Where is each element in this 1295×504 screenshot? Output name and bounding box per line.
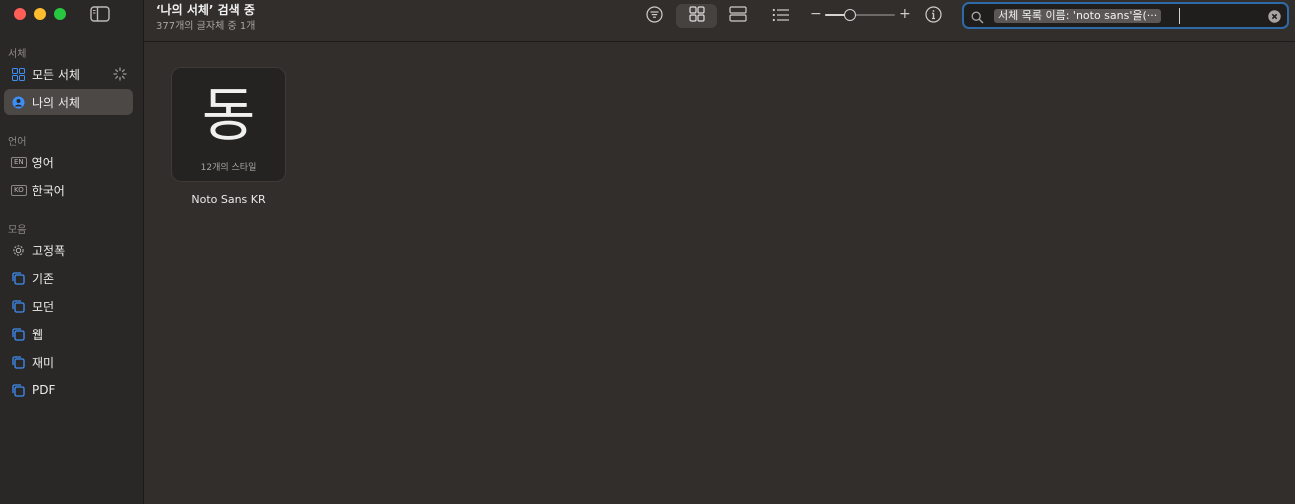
font-preview-glyph: 동 (201, 81, 256, 149)
sidebar-item-english[interactable]: EN 영어 (4, 149, 133, 175)
collection-icon (11, 327, 25, 341)
person-circle-icon (11, 95, 25, 109)
search-token[interactable]: 서체 목록 이름: 'noto sans'을(··· (994, 9, 1162, 23)
zoom-in-icon[interactable]: + (899, 6, 911, 22)
sidebar-item-label: PDF (32, 383, 56, 397)
sidebar-item-label: 재미 (32, 355, 55, 370)
info-button[interactable] (922, 4, 944, 28)
sample-view-button[interactable] (726, 4, 750, 28)
sidebar-item-korean[interactable]: KO 한국어 (4, 177, 133, 203)
sidebar-item-my-fonts[interactable]: 나의 서체 (4, 89, 133, 115)
sidebar-item-modern[interactable]: 모던 (4, 293, 133, 319)
section-title-fonts: 서체 (8, 49, 27, 60)
window-subtitle: 377개의 글자체 중 1개 (156, 21, 256, 32)
clear-search-icon[interactable] (1268, 8, 1281, 23)
search-icon (971, 9, 984, 28)
collection-icon (11, 383, 25, 397)
language-badge: EN (11, 156, 27, 168)
toolbar: ‘나의 서체’ 검색 중 377개의 글자체 중 1개 − + 서체 목록 이름… (144, 0, 1295, 42)
language-badge: KO (11, 184, 27, 196)
sidebar-item-classic[interactable]: 기존 (4, 265, 133, 291)
collection-icon (11, 299, 25, 313)
filter-button[interactable] (641, 4, 667, 28)
zoom-slider-knob[interactable] (844, 9, 856, 21)
gear-icon (11, 243, 25, 257)
sidebar-toggle-icon[interactable] (90, 6, 110, 22)
sidebar-item-label: 모든 서체 (32, 67, 80, 82)
collection-icon (11, 271, 25, 285)
rows-view-icon (729, 6, 747, 26)
sidebar-item-label: 고정폭 (32, 243, 66, 258)
filter-icon (645, 5, 663, 27)
collection-icon (11, 355, 25, 369)
sidebar-item-label: 기존 (32, 271, 55, 286)
sidebar-item-web[interactable]: 웹 (4, 321, 133, 347)
sidebar-item-pdf[interactable]: PDF (4, 377, 133, 403)
list-view-button[interactable] (769, 4, 793, 28)
zoom-window-button[interactable] (54, 8, 66, 20)
sidebar-item-label: 나의 서체 (32, 95, 80, 110)
zoom-out-icon[interactable]: − (810, 6, 822, 22)
loading-spinner-icon (113, 67, 127, 81)
font-preview-card[interactable]: 동 12개의 스타일 (171, 67, 286, 182)
grid-view-button[interactable] (676, 4, 717, 28)
sidebar-item-all-fonts[interactable]: 모든 서체 (4, 61, 133, 87)
window-title: ‘나의 서체’ 검색 중 (156, 3, 255, 17)
sidebar-item-label: 한국어 (31, 183, 65, 198)
sidebar-item-label: 모던 (32, 299, 55, 314)
grid-view-icon (688, 6, 705, 26)
font-styles-count: 12개의 스타일 (200, 163, 257, 173)
section-title-collections: 모음 (8, 225, 27, 236)
info-icon (924, 5, 942, 27)
grid-icon (11, 67, 25, 81)
search-field[interactable]: 서체 목록 이름: 'noto sans'을(··· (962, 2, 1289, 29)
sidebar-item-label: 웹 (32, 327, 44, 342)
sidebar-item-fixed-width[interactable]: 고정폭 (4, 237, 133, 263)
list-icon (772, 7, 790, 26)
font-name-label[interactable]: Noto Sans KR (171, 193, 286, 206)
window-controls (14, 8, 66, 20)
section-title-language: 언어 (8, 137, 27, 148)
minimize-window-button[interactable] (34, 8, 46, 20)
close-window-button[interactable] (14, 8, 26, 20)
sidebar: 서체 모든 서체 나의 서체 언어 EN 영어 KO 한국어 모음 고정폭 기존… (0, 0, 144, 504)
sidebar-item-fun[interactable]: 재미 (4, 349, 133, 375)
text-caret (1179, 8, 1180, 24)
sidebar-item-label: 영어 (31, 155, 54, 170)
